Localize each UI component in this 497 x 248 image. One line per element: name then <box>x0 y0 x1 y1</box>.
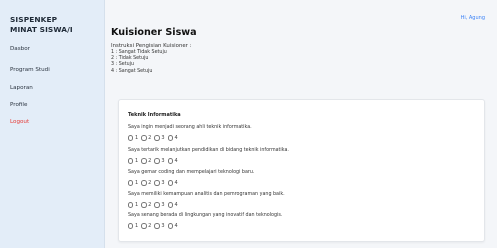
option-label: 4 <box>174 202 178 208</box>
sidebar-item-profile[interactable]: Profile <box>10 102 27 108</box>
radio-option-4[interactable] <box>167 135 173 141</box>
sidebar-item-laporan[interactable]: Laporan <box>10 85 33 91</box>
questionnaire-card: Teknik Informatika Saya ingin menjadi se… <box>118 99 485 242</box>
radio-option-1[interactable] <box>128 135 134 141</box>
question-text: Saya gemar coding dan mempelajari teknol… <box>128 170 255 175</box>
radio-option-3[interactable] <box>154 135 160 141</box>
option-label: 2 <box>148 223 152 229</box>
sidebar-item-program-studi[interactable]: Program Studi <box>10 67 50 73</box>
user-greeting[interactable]: Hi, Agung <box>461 15 485 21</box>
radio-option-3[interactable] <box>154 202 160 208</box>
scale-item: 4 : Sangat Setuju <box>111 68 153 74</box>
answer-options: 1 2 3 4 <box>128 223 181 229</box>
option-label: 3 <box>161 158 165 164</box>
question-text: Saya tertarik melanjutkan pendidikan di … <box>128 148 289 153</box>
radio-option-1[interactable] <box>128 158 134 164</box>
option-label: 4 <box>174 158 178 164</box>
radio-option-4[interactable] <box>167 158 173 164</box>
radio-option-3[interactable] <box>154 223 160 229</box>
option-label: 2 <box>148 135 152 141</box>
option-label: 4 <box>174 180 178 186</box>
page-title: Kuisioner Siswa <box>111 27 197 38</box>
option-label: 2 <box>148 202 152 208</box>
radio-option-2[interactable] <box>141 180 147 186</box>
sidebar-item-logout[interactable]: Logout <box>10 119 29 125</box>
option-label: 3 <box>161 223 165 229</box>
answer-options: 1 2 3 4 <box>128 135 181 141</box>
option-label: 2 <box>148 180 152 186</box>
option-label: 1 <box>134 158 139 164</box>
brand-line-1: SISPENKEP <box>10 15 58 24</box>
sidebar-item-dasbor[interactable]: Dasbor <box>10 46 30 52</box>
question-text: Saya senang berada di lingkungan yang in… <box>128 213 283 218</box>
radio-option-2[interactable] <box>141 158 147 164</box>
option-label: 3 <box>161 180 165 186</box>
option-label: 2 <box>148 158 152 164</box>
question-text: Saya ingin menjadi seorang ahli teknik i… <box>128 125 252 130</box>
brand-logo: SISPENKEP MINAT SISWA/I <box>10 15 73 35</box>
option-label: 1 <box>134 202 139 208</box>
question-text: Saya memiliki kemampuan analitis dan pem… <box>128 192 285 197</box>
radio-option-1[interactable] <box>128 180 134 186</box>
radio-option-3[interactable] <box>154 158 160 164</box>
radio-option-3[interactable] <box>154 180 160 186</box>
radio-option-2[interactable] <box>141 135 147 141</box>
brand-line-2: MINAT SISWA/I <box>10 25 73 34</box>
option-label: 4 <box>174 135 178 141</box>
option-label: 4 <box>174 223 178 229</box>
section-title: Teknik Informatika <box>128 112 181 118</box>
radio-option-4[interactable] <box>167 180 173 186</box>
radio-option-4[interactable] <box>167 202 173 208</box>
instructions: Instruksi Pengisian Kuisioner : 1 : Sang… <box>111 43 191 75</box>
radio-option-2[interactable] <box>141 202 147 208</box>
sidebar: SISPENKEP MINAT SISWA/I Dasbor Program S… <box>0 0 105 248</box>
radio-option-1[interactable] <box>128 223 134 229</box>
option-label: 1 <box>134 180 139 186</box>
radio-option-1[interactable] <box>128 202 134 208</box>
option-label: 1 <box>134 135 139 141</box>
answer-options: 1 2 3 4 <box>128 180 181 186</box>
option-label: 3 <box>161 202 165 208</box>
instructions-title: Instruksi Pengisian Kuisioner : <box>111 43 192 49</box>
main-content: Hi, Agung Kuisioner Siswa Instruksi Peng… <box>105 0 497 248</box>
option-label: 3 <box>161 135 165 141</box>
radio-option-2[interactable] <box>141 223 147 229</box>
option-label: 1 <box>134 223 139 229</box>
radio-option-4[interactable] <box>167 223 173 229</box>
answer-options: 1 2 3 4 <box>128 158 181 164</box>
answer-options: 1 2 3 4 <box>128 202 181 208</box>
